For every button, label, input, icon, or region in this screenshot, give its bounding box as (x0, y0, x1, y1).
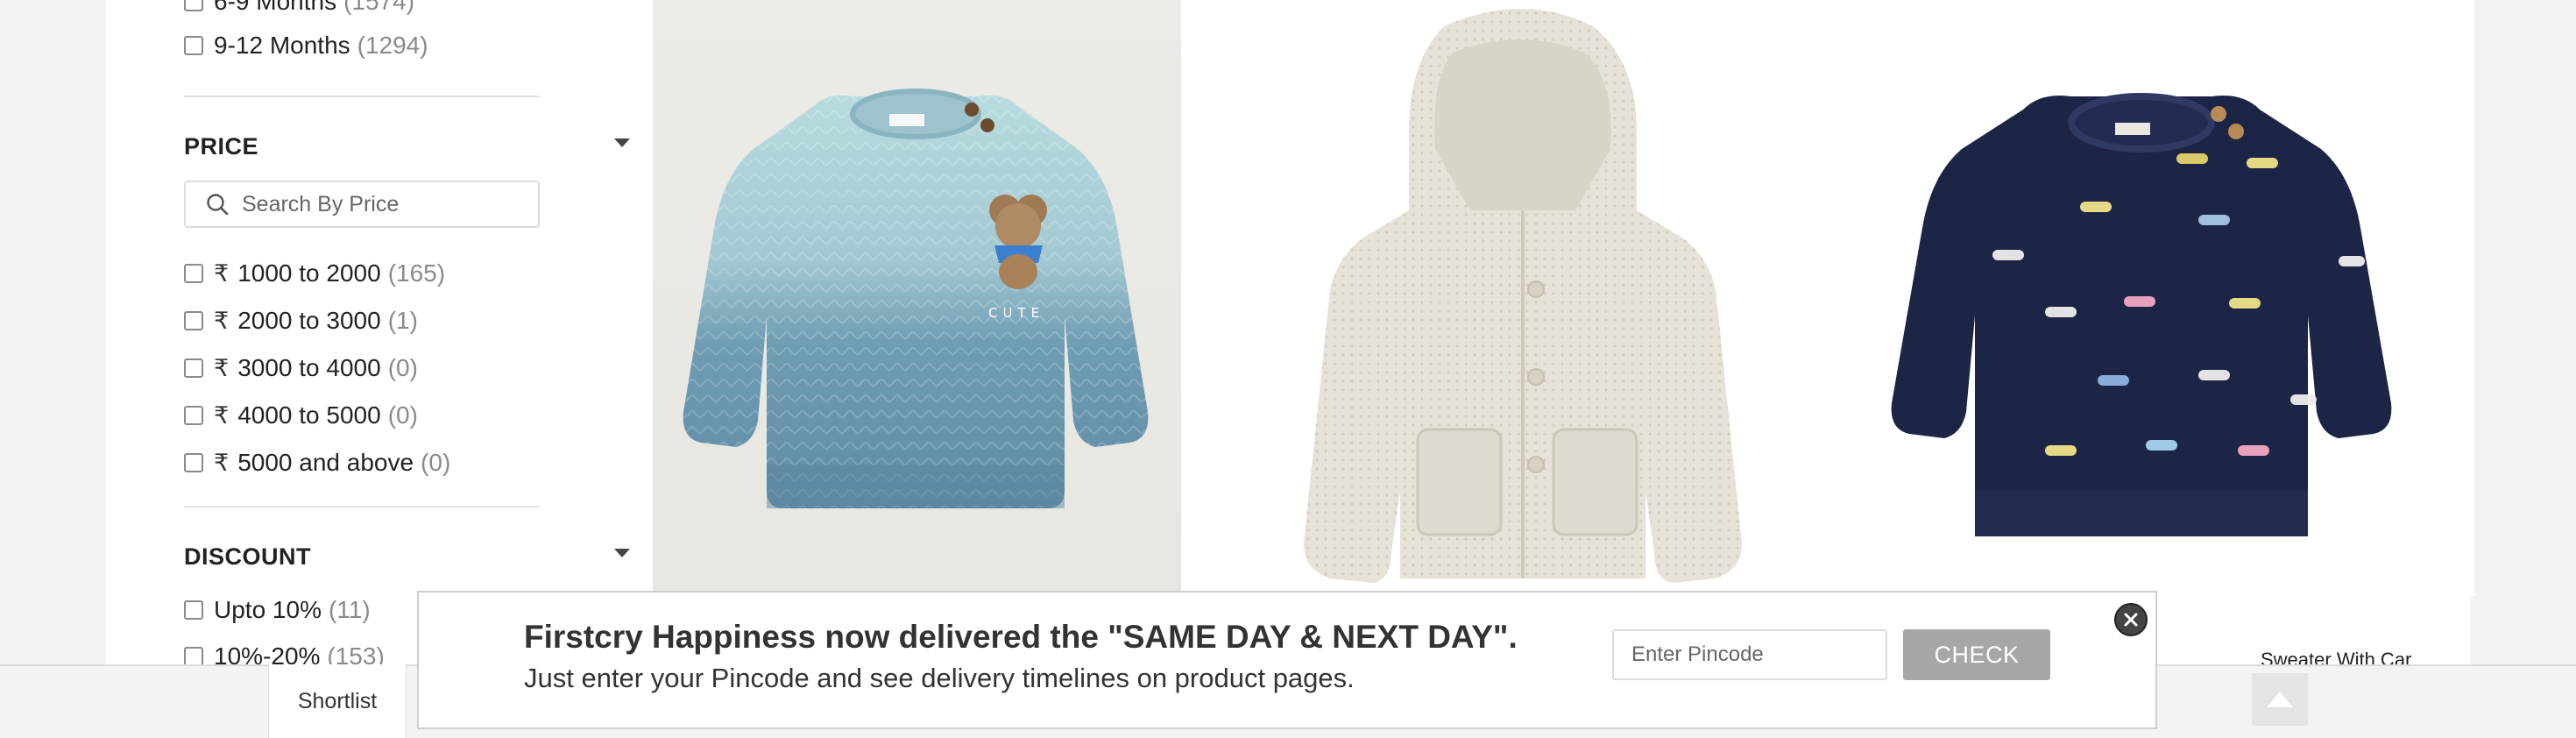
product-image-navy-sweater[interactable] (1861, 0, 2474, 596)
filter-option-count: (1) (387, 307, 418, 334)
checkbox[interactable] (184, 36, 203, 55)
check-pincode-button[interactable]: CHECK (1903, 629, 2050, 680)
filter-option-label: 1000 to 2000 (237, 259, 381, 287)
filter-option-count: (11) (328, 596, 371, 623)
checkbox[interactable] (184, 358, 203, 378)
section-divider (184, 506, 540, 507)
filter-option-count: (0) (421, 449, 451, 476)
cream-hooded-cardigan-image (1304, 9, 1742, 583)
discount-section-title[interactable]: DISCOUNT (184, 543, 311, 571)
filter-option-price-5000-above[interactable]: ₹ 5000 and above (0) (184, 445, 450, 480)
section-divider (184, 96, 540, 97)
filter-option-price-3000-4000[interactable]: ₹ 3000 to 4000 (0) (184, 351, 418, 386)
pincode-input[interactable] (1612, 629, 1887, 680)
price-search-input[interactable] (242, 191, 522, 217)
product-image-blue-sweater[interactable]: CUTE (653, 0, 1181, 596)
checkbox[interactable] (184, 311, 203, 330)
shortlist-tab[interactable]: Shortlist (268, 664, 407, 738)
filter-option-label: 4000 to 5000 (237, 401, 381, 429)
checkbox[interactable] (184, 453, 203, 472)
pincode-delivery-banner: Firstcry Happiness now delivered the "SA… (417, 591, 2157, 729)
price-search-box[interactable] (184, 181, 540, 228)
checkbox[interactable] (184, 600, 203, 620)
filter-option-label: 6-9 Months (214, 0, 337, 15)
filter-option-age-9-12[interactable]: 9-12 Months (1294) (184, 28, 428, 63)
checkbox[interactable] (184, 0, 203, 11)
filter-option-label: 2000 to 3000 (237, 307, 381, 334)
filter-option-label: Upto 10% (214, 596, 322, 623)
banner-subtext: Just enter your Pincode and see delivery… (524, 663, 1355, 693)
chevron-down-icon[interactable] (614, 549, 630, 557)
blue-ombre-bear-sweater-image: CUTE (683, 89, 1149, 508)
checkbox[interactable] (184, 647, 203, 666)
filter-option-count: (1574) (343, 0, 415, 15)
filter-option-price-1000-2000[interactable]: ₹ 1000 to 2000 (165) (184, 256, 445, 291)
rupee-icon: ₹ (214, 259, 230, 287)
filter-option-count: (1294) (357, 32, 428, 59)
filter-option-price-2000-3000[interactable]: ₹ 2000 to 3000 (1) (184, 303, 418, 338)
close-icon (2124, 613, 2138, 627)
rupee-icon: ₹ (214, 401, 230, 429)
filter-option-label: 3000 to 4000 (237, 354, 381, 381)
filter-option-age-6-9[interactable]: 6-9 Months (1574) (184, 0, 414, 19)
rupee-icon: ₹ (214, 449, 230, 476)
filter-option-label: 9-12 Months (214, 32, 350, 59)
rupee-icon: ₹ (214, 354, 230, 381)
filter-option-count: (0) (387, 354, 418, 381)
scroll-to-top-button[interactable] (2252, 673, 2308, 726)
checkbox[interactable] (184, 406, 203, 425)
checkbox[interactable] (184, 264, 203, 283)
rupee-icon: ₹ (214, 307, 230, 334)
filter-option-label: 5000 and above (237, 449, 414, 476)
chevron-down-icon[interactable] (614, 138, 630, 147)
filter-option-count: (165) (387, 259, 446, 287)
search-icon (207, 194, 229, 216)
filter-option-count: (0) (387, 401, 418, 429)
caret-up-icon (2267, 692, 2293, 707)
filter-option-price-4000-5000[interactable]: ₹ 4000 to 5000 (0) (184, 398, 418, 433)
product-image-cream-cardigan[interactable] (1181, 0, 1861, 596)
close-banner-button[interactable] (2114, 603, 2148, 636)
sweater-print-text: CUTE (988, 305, 1044, 321)
navy-car-sweater-image (1891, 93, 2392, 536)
filter-option-discount-upto-10[interactable]: Upto 10% (11) (184, 593, 371, 628)
banner-headline: Firstcry Happiness now delivered the "SA… (524, 619, 1518, 655)
price-section-title[interactable]: PRICE (184, 133, 258, 160)
